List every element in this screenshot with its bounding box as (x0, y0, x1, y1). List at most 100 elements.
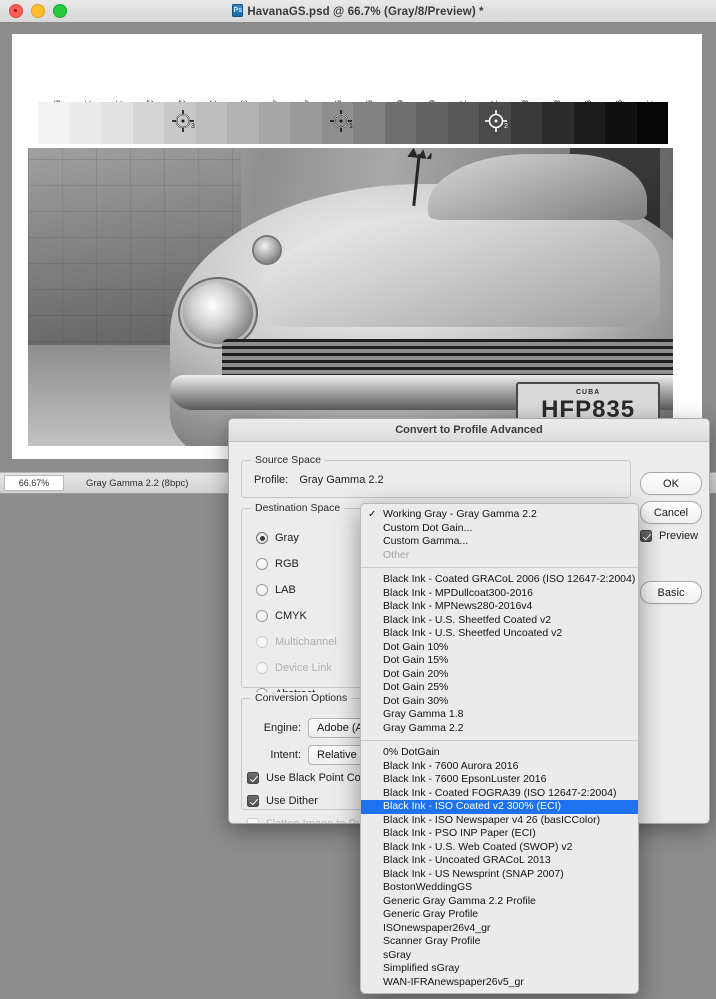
dialog-title: Convert to Profile Advanced (229, 419, 709, 442)
radio-rgb-label: RGB (275, 558, 299, 570)
menu-item-26[interactable]: BostonWeddingGS (361, 881, 638, 895)
menu-item-17[interactable]: Black Ink - 7600 Aurora 2016 (361, 760, 638, 774)
window-title: HavanaGS.psd @ 66.7% (Gray/8/Preview) * (0, 4, 716, 18)
menu-item-11[interactable]: Dot Gain 20% (361, 668, 638, 682)
radio-cmyk-icon[interactable] (256, 610, 268, 622)
menu-item-label: Simplified sGray (383, 962, 460, 974)
cancel-button[interactable]: Cancel (640, 501, 702, 524)
menu-item-4[interactable]: Black Ink - Coated GRACoL 2006 (ISO 1264… (361, 573, 638, 587)
source-profile-row: Profile: Gray Gamma 2.2 (254, 474, 384, 486)
destination-profile-dropdown-menu[interactable]: ✓ Working Gray - Gray Gamma 2.2 Custom Dot… (360, 503, 639, 994)
color-sampler-marker-1[interactable]: 1 (330, 110, 353, 132)
menu-item-6[interactable]: Black Ink - MPNews280-2016v4 (361, 600, 638, 614)
menu-item-0[interactable]: ✓ Working Gray - Gray Gamma 2.2 (361, 508, 638, 522)
destination-radio-list: Gray RGB LAB CMYK Multichannel Device Li… (256, 525, 337, 707)
menu-item-25[interactable]: Black Ink - US Newsprint (SNAP 2007) (361, 868, 638, 882)
photo-image: CUBA HFP835 (28, 148, 673, 446)
destination-radio-device-link: Device Link (256, 655, 337, 681)
menu-item-27[interactable]: Generic Gray Gamma 2.2 Profile (361, 895, 638, 909)
radio-rgb-icon[interactable] (256, 558, 268, 570)
menu-item-12[interactable]: Dot Gain 25% (361, 681, 638, 695)
menu-item-16[interactable]: 0% DotGain (361, 746, 638, 760)
menu-item-label: Black Ink - MPDullcoat300-2016 (383, 586, 533, 599)
radio-multichannel-icon (256, 636, 268, 648)
menu-item-28[interactable]: Generic Gray Profile (361, 908, 638, 922)
menu-item-22[interactable]: Black Ink - PSO INP Paper (ECI) (361, 827, 638, 841)
destination-radio-cmyk[interactable]: CMYK (256, 603, 337, 629)
wedge-step-8 (290, 102, 322, 144)
zoom-button-icon[interactable] (53, 4, 67, 18)
photo-spotlight-emblem (253, 237, 280, 264)
menu-item-9[interactable]: Dot Gain 10% (361, 641, 638, 655)
menu-item-label: Custom Dot Gain... (383, 521, 473, 534)
menu-item-14[interactable]: Gray Gamma 1.8 (361, 708, 638, 722)
use-dither-checkbox-row[interactable]: Use Dither (247, 795, 318, 807)
radio-gray-icon[interactable] (256, 532, 268, 544)
menu-item-label: Dot Gain 10% (383, 640, 449, 653)
destination-radio-rgb[interactable]: RGB (256, 551, 337, 577)
menu-item-18[interactable]: Black Ink - 7600 EpsonLuster 2016 (361, 773, 638, 787)
radio-device-link-label: Device Link (275, 662, 332, 674)
flatten-image-checkbox (247, 818, 259, 823)
menu-item-label: BostonWeddingGS (383, 881, 473, 893)
menu-item-13[interactable]: Dot Gain 30% (361, 695, 638, 709)
menu-item-2[interactable]: Custom Gamma... (361, 535, 638, 549)
menu-item-1[interactable]: Custom Dot Gain... (361, 522, 638, 536)
color-sampler-marker-3[interactable]: 3 (172, 110, 195, 132)
destination-radio-lab[interactable]: LAB (256, 577, 337, 603)
menu-item-7[interactable]: Black Ink - U.S. Sheetfed Coated v2 (361, 614, 638, 628)
photoshop-document-icon (232, 4, 244, 17)
menu-item-21[interactable]: Black Ink - ISO Newspaper v4 26 (basICCo… (361, 814, 638, 828)
menu-item-label: Black Ink - Coated GRACoL 2006 (ISO 1264… (383, 573, 636, 585)
color-sampler-marker-2[interactable]: 2 (485, 110, 508, 132)
menu-item-32[interactable]: Simplified sGray (361, 962, 638, 976)
wedge-step-13 (447, 102, 479, 144)
menu-item-8[interactable]: Black Ink - U.S. Sheetfed Uncoated v2 (361, 627, 638, 641)
sampler-label-3: 3 (191, 123, 195, 130)
minimize-button-icon[interactable] (31, 4, 45, 18)
close-button-icon[interactable] (9, 4, 23, 18)
radio-lab-icon[interactable] (256, 584, 268, 596)
menu-separator-2 (361, 740, 638, 741)
grayscale-step-wedge (38, 102, 668, 144)
menu-item-31[interactable]: sGray (361, 949, 638, 963)
engine-label: Engine: (263, 722, 301, 734)
wedge-step-15 (510, 102, 542, 144)
menu-item-15[interactable]: Gray Gamma 2.2 (361, 722, 638, 736)
black-point-compensation-checkbox[interactable] (247, 772, 259, 784)
ok-button[interactable]: OK (640, 472, 702, 495)
preview-checkbox[interactable] (640, 530, 652, 542)
menu-item-label: sGray (383, 948, 412, 961)
use-dither-checkbox[interactable] (247, 795, 259, 807)
menu-item-5[interactable]: Black Ink - MPDullcoat300-2016 (361, 587, 638, 601)
use-dither-label: Use Dither (266, 795, 318, 807)
menu-item-label: Black Ink - PSO INP Paper (ECI) (383, 827, 536, 839)
menu-item-10[interactable]: Dot Gain 15% (361, 654, 638, 668)
menu-item-24[interactable]: Black Ink - Uncoated GRACoL 2013 (361, 854, 638, 868)
menu-item-label: Other (383, 548, 410, 561)
menu-item-label: Dot Gain 20% (383, 667, 449, 680)
menu-item-29[interactable]: ISOnewspaper26v4_gr (361, 922, 638, 936)
menu-item-label: Gray Gamma 1.8 (383, 708, 464, 720)
menu-item-33[interactable]: WAN-IFRAnewspaper26v5_gr (361, 976, 638, 990)
zoom-level-field[interactable]: 66.67% (4, 475, 64, 491)
menu-item-label: Black Ink - ISO Newspaper v4 26 (basICCo… (383, 813, 601, 826)
preview-checkbox-row[interactable]: Preview (640, 530, 698, 542)
source-space-label: Source Space (251, 454, 325, 466)
menu-item-label: WAN-IFRAnewspaper26v5_gr (383, 975, 524, 988)
conversion-options-label: Conversion Options (251, 692, 352, 704)
menu-item-label: Black Ink - U.S. Sheetfed Uncoated v2 (383, 627, 563, 639)
wedge-step-7 (258, 102, 290, 144)
basic-button[interactable]: Basic (640, 581, 702, 604)
sampler-label-1: 1 (349, 123, 353, 130)
menu-item-20[interactable]: Black Ink - ISO Coated v2 300% (ECI) (361, 800, 638, 814)
menu-item-label: Black Ink - U.S. Sheetfed Coated v2 (383, 613, 552, 626)
menu-item-19[interactable]: Black Ink - Coated FOGRA39 (ISO 12647-2:… (361, 787, 638, 801)
wedge-step-12 (416, 102, 448, 144)
menu-item-label: Gray Gamma 2.2 (383, 721, 464, 734)
menu-item-30[interactable]: Scanner Gray Profile (361, 935, 638, 949)
window-controls (9, 4, 67, 18)
destination-radio-gray[interactable]: Gray (256, 525, 337, 551)
radio-gray-label: Gray (275, 532, 299, 544)
menu-item-23[interactable]: Black Ink - U.S. Web Coated (SWOP) v2 (361, 841, 638, 855)
